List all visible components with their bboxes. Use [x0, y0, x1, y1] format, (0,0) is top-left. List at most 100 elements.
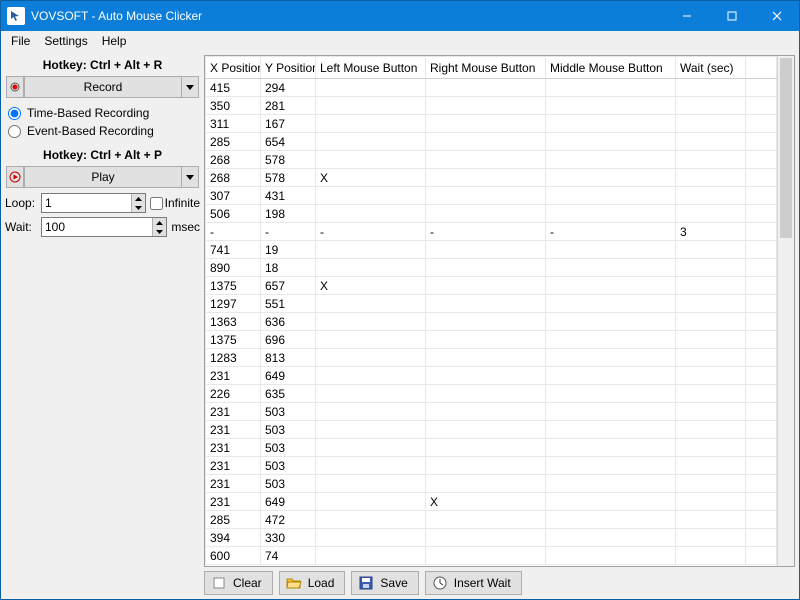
cell-spacer[interactable]: [746, 421, 777, 439]
mode-event-radio[interactable]: Event-Based Recording: [6, 122, 199, 140]
scrollbar-thumb[interactable]: [780, 58, 792, 238]
cell-spacer[interactable]: [746, 367, 777, 385]
cell-r[interactable]: [426, 295, 546, 313]
cell-r[interactable]: [426, 79, 546, 97]
cell-r[interactable]: [426, 97, 546, 115]
cell-m[interactable]: [546, 313, 676, 331]
cell-r[interactable]: [426, 313, 546, 331]
table-row[interactable]: 268578X: [206, 169, 777, 187]
cell-m[interactable]: [546, 547, 676, 565]
cell-spacer[interactable]: [746, 259, 777, 277]
cell-y[interactable]: 472: [261, 511, 316, 529]
cell-m[interactable]: [546, 457, 676, 475]
loop-spin-down[interactable]: [132, 203, 145, 212]
cell-l[interactable]: [316, 421, 426, 439]
cell-l[interactable]: [316, 457, 426, 475]
cell-m[interactable]: [546, 241, 676, 259]
cell-w[interactable]: [676, 133, 746, 151]
play-dropdown-button[interactable]: [181, 166, 199, 188]
play-button[interactable]: Play: [24, 166, 181, 188]
cell-l[interactable]: [316, 349, 426, 367]
load-button[interactable]: Load: [279, 571, 346, 595]
loop-spin-up[interactable]: [132, 194, 145, 203]
maximize-button[interactable]: [709, 1, 754, 31]
cell-x[interactable]: 394: [206, 529, 261, 547]
cell-r[interactable]: X: [426, 493, 546, 511]
cell-w[interactable]: [676, 529, 746, 547]
cell-r[interactable]: [426, 547, 546, 565]
minimize-button[interactable]: [664, 1, 709, 31]
cell-m[interactable]: [546, 421, 676, 439]
cell-spacer[interactable]: [746, 457, 777, 475]
cell-y[interactable]: 813: [261, 349, 316, 367]
table-row[interactable]: 231649: [206, 367, 777, 385]
table-row[interactable]: 1375657X: [206, 277, 777, 295]
cell-m[interactable]: [546, 277, 676, 295]
cell-r[interactable]: [426, 331, 546, 349]
cell-spacer[interactable]: [746, 475, 777, 493]
cell-spacer[interactable]: [746, 547, 777, 565]
cell-w[interactable]: [676, 439, 746, 457]
mode-time-radio[interactable]: Time-Based Recording: [6, 104, 199, 122]
cell-spacer[interactable]: [746, 277, 777, 295]
cell-m[interactable]: [546, 385, 676, 403]
cell-l[interactable]: [316, 79, 426, 97]
col-right[interactable]: Right Mouse Button: [426, 57, 546, 79]
cell-w[interactable]: [676, 169, 746, 187]
cell-y[interactable]: 503: [261, 421, 316, 439]
cell-y[interactable]: 74: [261, 547, 316, 565]
cell-l[interactable]: [316, 511, 426, 529]
record-button[interactable]: Record: [24, 76, 181, 98]
cell-x[interactable]: 1283: [206, 349, 261, 367]
record-dropdown-button[interactable]: [181, 76, 199, 98]
cell-r[interactable]: [426, 457, 546, 475]
cell-spacer[interactable]: [746, 511, 777, 529]
cell-w[interactable]: [676, 79, 746, 97]
cell-w[interactable]: [676, 205, 746, 223]
cell-r[interactable]: [426, 475, 546, 493]
cell-x[interactable]: 226: [206, 385, 261, 403]
cell-y[interactable]: 503: [261, 403, 316, 421]
cell-spacer[interactable]: [746, 205, 777, 223]
cell-y[interactable]: 551: [261, 295, 316, 313]
cell-m[interactable]: [546, 349, 676, 367]
cell-y[interactable]: 578: [261, 151, 316, 169]
cell-spacer[interactable]: [746, 385, 777, 403]
table-row[interactable]: 74119: [206, 241, 777, 259]
col-wait[interactable]: Wait (sec): [676, 57, 746, 79]
cell-x[interactable]: 311: [206, 115, 261, 133]
cell-x[interactable]: 231: [206, 457, 261, 475]
infinite-checkbox-input[interactable]: [150, 197, 163, 210]
cell-y[interactable]: 636: [261, 313, 316, 331]
cell-r[interactable]: [426, 259, 546, 277]
cell-x[interactable]: 268: [206, 151, 261, 169]
cell-y[interactable]: 696: [261, 331, 316, 349]
cell-spacer[interactable]: [746, 295, 777, 313]
cell-l[interactable]: -: [316, 223, 426, 241]
cell-r[interactable]: [426, 439, 546, 457]
cell-m[interactable]: [546, 403, 676, 421]
table-row[interactable]: 311167: [206, 115, 777, 133]
cell-l[interactable]: [316, 439, 426, 457]
mode-time-radio-input[interactable]: [8, 107, 21, 120]
cell-m[interactable]: [546, 439, 676, 457]
clear-button[interactable]: Clear: [204, 571, 273, 595]
table-row[interactable]: 231503: [206, 475, 777, 493]
cell-x[interactable]: 1375: [206, 331, 261, 349]
cell-spacer[interactable]: [746, 79, 777, 97]
cell-w[interactable]: [676, 457, 746, 475]
cell-w[interactable]: [676, 259, 746, 277]
cell-y[interactable]: 578: [261, 169, 316, 187]
cell-y[interactable]: 503: [261, 475, 316, 493]
cell-x[interactable]: 350: [206, 97, 261, 115]
table-row[interactable]: 1375696: [206, 331, 777, 349]
infinite-checkbox[interactable]: Infinite: [150, 196, 200, 210]
cell-r[interactable]: [426, 277, 546, 295]
cell-r[interactable]: [426, 169, 546, 187]
col-y[interactable]: Y Position: [261, 57, 316, 79]
cell-x[interactable]: 231: [206, 493, 261, 511]
cell-l[interactable]: [316, 475, 426, 493]
cell-r[interactable]: [426, 349, 546, 367]
cell-m[interactable]: [546, 529, 676, 547]
cell-l[interactable]: [316, 115, 426, 133]
